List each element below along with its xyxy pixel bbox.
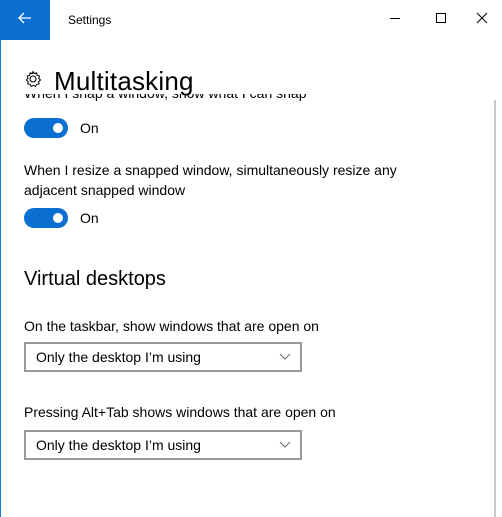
- dropdown-selected-value: Only the desktop I’m using: [36, 437, 201, 453]
- resize-snapped-label: When I resize a snapped window, simultan…: [24, 162, 397, 198]
- back-button[interactable]: [0, 0, 50, 40]
- toggle-state-label: On: [80, 210, 99, 226]
- scrollbar-thumb[interactable]: [494, 100, 496, 517]
- snap-setting-label-clipped: When I snap a window, show what I can sn…: [24, 94, 324, 102]
- page-title: Multitasking: [54, 66, 194, 96]
- page-header: Multitasking: [24, 66, 194, 97]
- resize-snapped-toggle-row: On: [24, 208, 99, 228]
- alttab-label: Pressing Alt+Tab shows windows that are …: [24, 404, 336, 420]
- close-icon: [476, 11, 488, 29]
- gear-icon: [24, 70, 42, 93]
- title-bar: Settings: [0, 0, 502, 40]
- back-arrow-icon: [18, 11, 32, 29]
- chevron-down-icon: [270, 353, 300, 361]
- minimize-button[interactable]: [375, 0, 415, 40]
- vertical-scrollbar[interactable]: [494, 100, 500, 517]
- taskbar-label: On the taskbar, show windows that are op…: [24, 318, 319, 334]
- minimize-icon: [389, 11, 401, 29]
- dropdown-selected-value: Only the desktop I’m using: [36, 349, 201, 365]
- resize-snapped-toggle[interactable]: [24, 208, 68, 228]
- snap-suggest-toggle[interactable]: [24, 118, 68, 138]
- toggle-state-label: On: [80, 120, 99, 136]
- maximize-button[interactable]: [421, 0, 461, 40]
- alttab-desktop-dropdown[interactable]: Only the desktop I’m using: [24, 430, 302, 460]
- toggle-knob: [53, 123, 63, 133]
- taskbar-desktop-dropdown[interactable]: Only the desktop I’m using: [24, 342, 302, 372]
- chevron-down-icon: [270, 441, 300, 449]
- window-left-border: [0, 0, 1, 517]
- virtual-desktops-heading: Virtual desktops: [24, 268, 166, 290]
- snap-suggest-toggle-row: On: [24, 118, 99, 138]
- toggle-knob: [53, 213, 63, 223]
- maximize-icon: [435, 11, 447, 29]
- app-title: Settings: [68, 13, 112, 27]
- close-button[interactable]: [462, 0, 502, 40]
